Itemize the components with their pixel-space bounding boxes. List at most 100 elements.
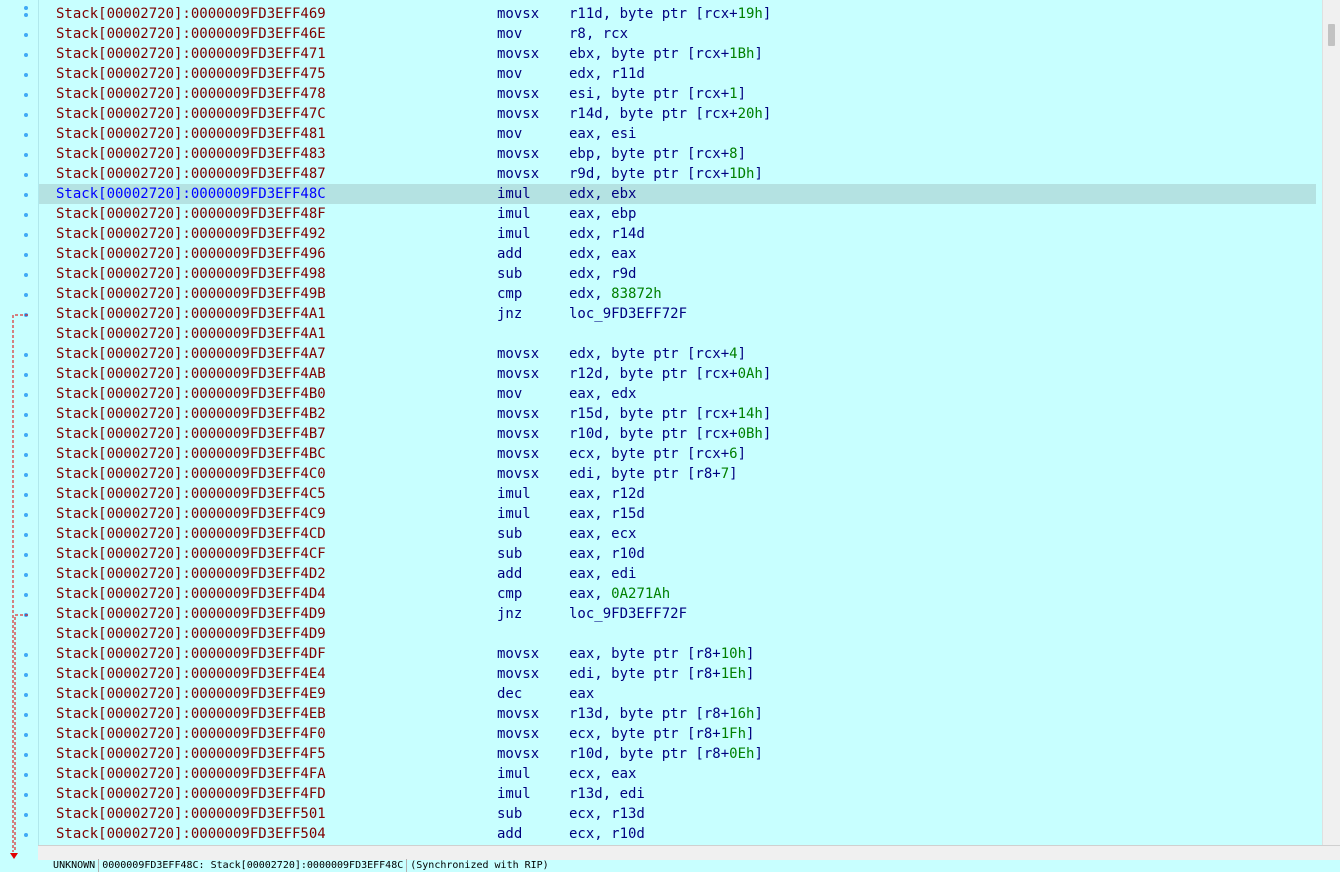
operand-text[interactable]: ] <box>746 646 754 662</box>
operand-number[interactable]: 7 <box>721 466 729 482</box>
row-mnemonic[interactable]: sub <box>497 544 522 564</box>
operand-number[interactable]: 1Dh <box>729 166 754 182</box>
row-mnemonic[interactable]: add <box>497 824 522 844</box>
operand-text[interactable]: r14d, byte ptr [rcx+ <box>569 106 738 122</box>
operand-text[interactable]: ] <box>746 726 754 742</box>
operand-number[interactable]: 10h <box>721 646 746 662</box>
operand-text[interactable]: edx, r14d <box>569 226 645 242</box>
operand-text[interactable]: ] <box>754 746 762 762</box>
row-operands[interactable]: r10d, byte ptr [r8+0Eh] <box>569 744 763 764</box>
row-address[interactable]: Stack[00002720]:0000009FD3EFF4DF <box>56 644 326 664</box>
operand-text[interactable]: ] <box>738 146 746 162</box>
listing-row[interactable]: Stack[00002720]:0000009FD3EFF4F5 movsx r10… <box>39 744 1316 764</box>
row-operands[interactable]: eax, r15d <box>569 504 645 524</box>
listing-row[interactable]: Stack[00002720]:0000009FD3EFF4E9 dec eax <box>39 684 1316 704</box>
operand-number[interactable]: 6 <box>729 446 737 462</box>
operand-text[interactable]: ] <box>738 446 746 462</box>
listing-row-selected[interactable]: Stack[00002720]:0000009FD3EFF48C imul edx,… <box>39 184 1316 204</box>
row-address[interactable]: Stack[00002720]:0000009FD3EFF4D9 <box>56 604 326 624</box>
row-operands[interactable]: ecx, byte ptr [rcx+6] <box>569 444 746 464</box>
listing-row[interactable]: Stack[00002720]:0000009FD3EFF4C5 imul eax,… <box>39 484 1316 504</box>
operand-text[interactable]: ecx, byte ptr [r8+ <box>569 726 721 742</box>
row-mnemonic[interactable]: sub <box>497 524 522 544</box>
operand-text[interactable]: r9d, byte ptr [rcx+ <box>569 166 729 182</box>
operand-text[interactable]: edx, eax <box>569 246 636 262</box>
row-address[interactable]: Stack[00002720]:0000009FD3EFF4FA <box>56 764 326 784</box>
row-mnemonic[interactable]: movsx <box>497 344 539 364</box>
row-mnemonic[interactable]: movsx <box>497 104 539 124</box>
listing-row[interactable]: Stack[00002720]:0000009FD3EFF4C9 imul eax,… <box>39 504 1316 524</box>
listing-row[interactable]: Stack[00002720]:0000009FD3EFF4A1 jnz loc_9… <box>39 304 1316 324</box>
operand-text[interactable]: eax, edx <box>569 386 636 402</box>
operand-text[interactable]: r13d, byte ptr [r8+ <box>569 706 729 722</box>
listing-row[interactable]: Stack[00002720]:0000009FD3EFF4CF sub eax, … <box>39 544 1316 564</box>
operand-text[interactable]: ebp, byte ptr [rcx+ <box>569 146 729 162</box>
row-mnemonic[interactable]: mov <box>497 64 522 84</box>
operand-text[interactable]: ] <box>763 366 771 382</box>
operand-text[interactable]: eax, r15d <box>569 506 645 522</box>
operand-text[interactable]: eax, edi <box>569 566 636 582</box>
row-operands[interactable]: eax, r10d <box>569 544 645 564</box>
row-address[interactable]: Stack[00002720]:0000009FD3EFF46E <box>56 24 326 44</box>
row-mnemonic[interactable]: add <box>497 244 522 264</box>
operand-text[interactable]: loc_9FD3EFF72F <box>569 306 687 322</box>
row-mnemonic[interactable]: movsx <box>497 724 539 744</box>
row-mnemonic[interactable]: movsx <box>497 744 539 764</box>
row-address[interactable]: Stack[00002720]:0000009FD3EFF4CF <box>56 544 326 564</box>
row-operands[interactable]: r12d, byte ptr [rcx+0Ah] <box>569 364 771 384</box>
row-mnemonic[interactable]: movsx <box>497 424 539 444</box>
operand-text[interactable]: ecx, byte ptr [rcx+ <box>569 446 729 462</box>
operand-text[interactable]: eax, r10d <box>569 546 645 562</box>
operand-text[interactable]: r11d, byte ptr [rcx+ <box>569 6 738 22</box>
vertical-scrollbar[interactable] <box>1322 0 1340 845</box>
row-address[interactable]: Stack[00002720]:0000009FD3EFF4BC <box>56 444 326 464</box>
row-operands[interactable]: r9d, byte ptr [rcx+1Dh] <box>569 164 763 184</box>
row-address[interactable]: Stack[00002720]:0000009FD3EFF4C5 <box>56 484 326 504</box>
row-address[interactable]: Stack[00002720]:0000009FD3EFF498 <box>56 264 326 284</box>
row-operands[interactable]: r14d, byte ptr [rcx+20h] <box>569 104 771 124</box>
row-operands[interactable]: r13d, edi <box>569 784 645 804</box>
row-operands[interactable]: r10d, byte ptr [rcx+0Bh] <box>569 424 771 444</box>
listing-row[interactable]: Stack[00002720]:0000009FD3EFF487 movsx r9d… <box>39 164 1316 184</box>
operand-text[interactable]: eax, r12d <box>569 486 645 502</box>
row-operands[interactable]: edx, ebx <box>569 184 636 204</box>
row-address[interactable]: Stack[00002720]:0000009FD3EFF4EB <box>56 704 326 724</box>
operand-text[interactable]: r8, rcx <box>569 26 628 42</box>
operand-text[interactable]: r15d, byte ptr [rcx+ <box>569 406 738 422</box>
operand-text[interactable]: ] <box>738 86 746 102</box>
row-operands[interactable]: edx, r9d <box>569 264 636 284</box>
operand-number[interactable]: 8 <box>729 146 737 162</box>
listing-row[interactable]: Stack[00002720]:0000009FD3EFF4BC movsx ecx… <box>39 444 1316 464</box>
operand-text[interactable]: ecx, r10d <box>569 826 645 842</box>
listing-row[interactable]: Stack[00002720]:0000009FD3EFF469 movsx r11… <box>39 4 1316 24</box>
operand-text[interactable]: edx, byte ptr [rcx+ <box>569 346 729 362</box>
listing-row[interactable]: Stack[00002720]:0000009FD3EFF48F imul eax,… <box>39 204 1316 224</box>
row-mnemonic[interactable]: mov <box>497 384 522 404</box>
listing-row[interactable]: Stack[00002720]:0000009FD3EFF4C0 movsx edi… <box>39 464 1316 484</box>
operand-text[interactable]: ] <box>754 46 762 62</box>
listing-row[interactable]: Stack[00002720]:0000009FD3EFF4A7 movsx edx… <box>39 344 1316 364</box>
row-address[interactable]: Stack[00002720]:0000009FD3EFF4FD <box>56 784 326 804</box>
listing-row[interactable]: Stack[00002720]:0000009FD3EFF4DF movsx eax… <box>39 644 1316 664</box>
operand-number[interactable]: 1Eh <box>721 666 746 682</box>
operand-number[interactable]: 14h <box>738 406 763 422</box>
operand-text[interactable]: ecx, r13d <box>569 806 645 822</box>
operand-text[interactable]: r12d, byte ptr [rcx+ <box>569 366 738 382</box>
operand-text[interactable]: edx, ebx <box>569 186 636 202</box>
row-operands[interactable]: eax, edx <box>569 384 636 404</box>
row-operands[interactable]: edx, r14d <box>569 224 645 244</box>
listing-row[interactable]: Stack[00002720]:0000009FD3EFF47C movsx r14… <box>39 104 1316 124</box>
row-operands[interactable]: r8, rcx <box>569 24 628 44</box>
listing-row[interactable]: Stack[00002720]:0000009FD3EFF4A1 <box>39 324 1316 344</box>
operand-text[interactable]: eax, <box>569 586 611 602</box>
scrollbar-thumb[interactable] <box>1328 24 1335 46</box>
operand-text[interactable]: edx, r9d <box>569 266 636 282</box>
row-address[interactable]: Stack[00002720]:0000009FD3EFF483 <box>56 144 326 164</box>
row-address[interactable]: Stack[00002720]:0000009FD3EFF47C <box>56 104 326 124</box>
row-operands[interactable]: edi, byte ptr [r8+1Eh] <box>569 664 754 684</box>
row-mnemonic[interactable]: cmp <box>497 584 522 604</box>
row-mnemonic[interactable]: mov <box>497 124 522 144</box>
listing-row[interactable]: Stack[00002720]:0000009FD3EFF4D4 cmp eax, … <box>39 584 1316 604</box>
operand-number[interactable]: 1 <box>729 86 737 102</box>
row-mnemonic[interactable]: movsx <box>497 664 539 684</box>
